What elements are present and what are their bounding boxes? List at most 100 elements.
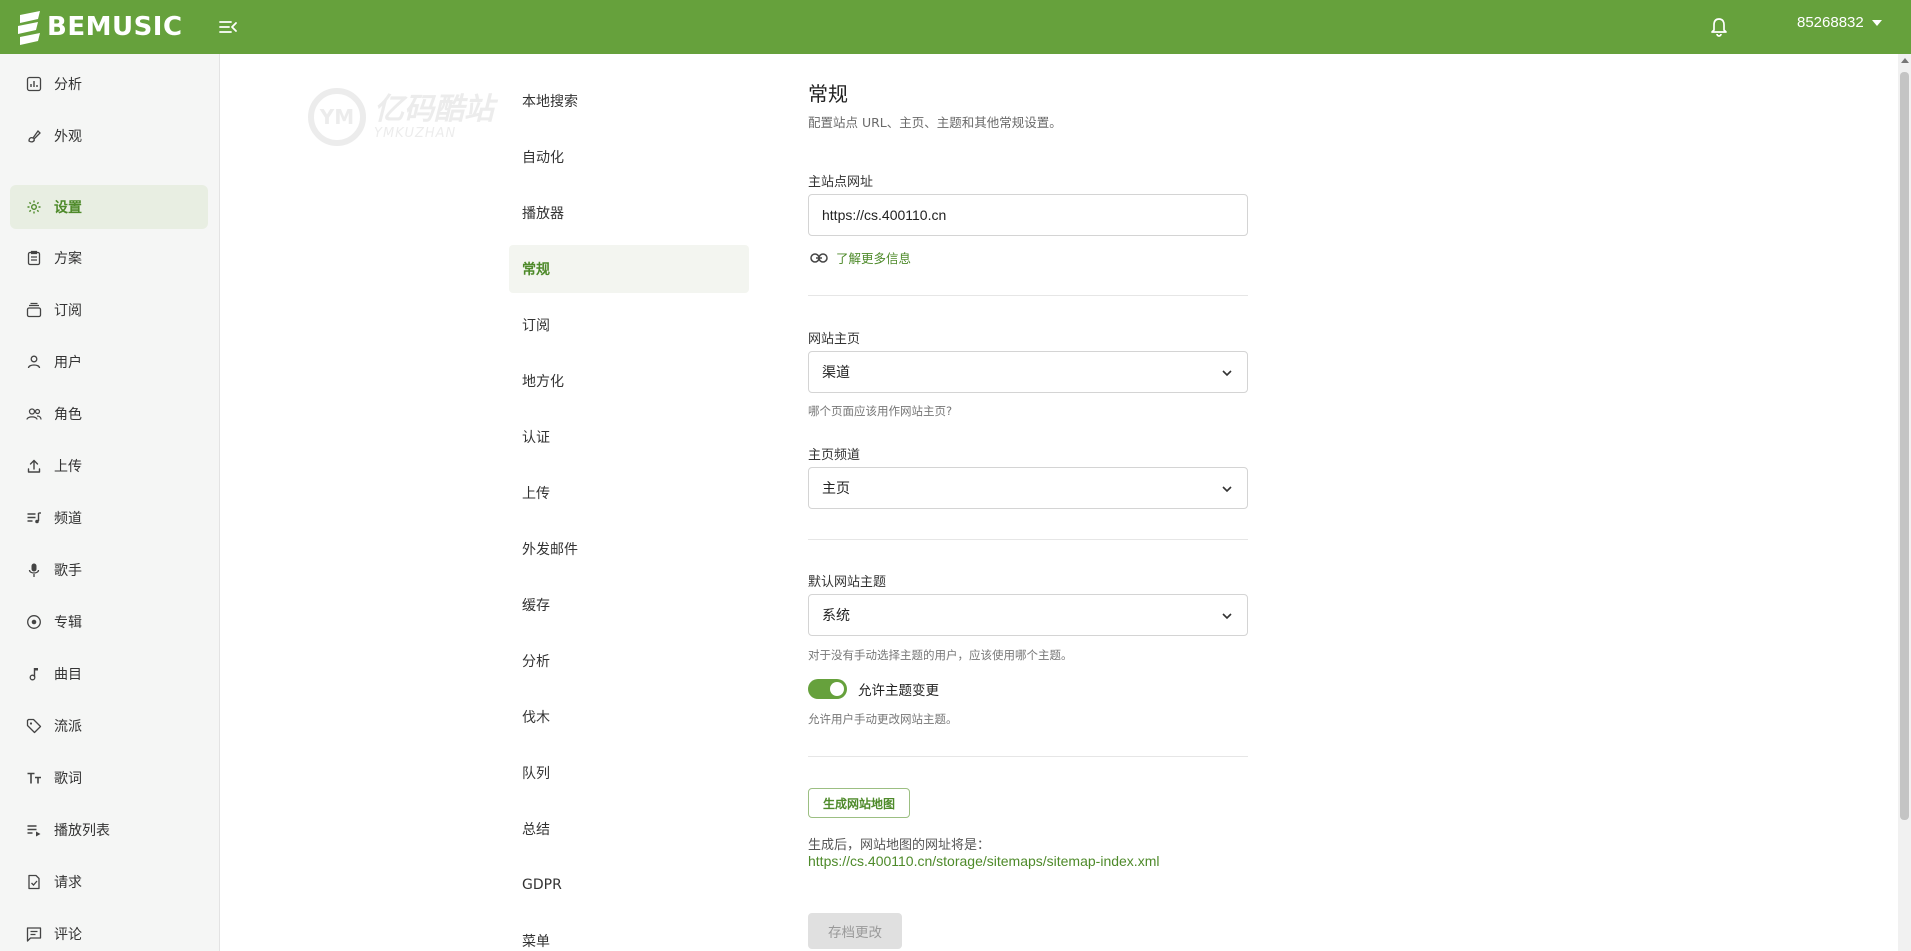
watermark-subtext: YMKUZHAN: [374, 125, 457, 141]
sidebar-item-comments[interactable]: 评论: [10, 912, 208, 951]
settings-nav-item[interactable]: 伐木: [509, 693, 749, 741]
sitemap-info-text: 生成后，网站地图的网址将是：: [808, 838, 991, 853]
settings-nav-item[interactable]: 地方化: [509, 357, 749, 405]
homepage-hint: 哪个页面应该用作网站主页?: [808, 404, 953, 418]
generate-sitemap-button[interactable]: 生成网站地图: [808, 788, 911, 818]
chevron-down-icon: [1222, 486, 1232, 493]
theme-label: 默认网站主题: [808, 575, 887, 590]
sidebar-item-subscriptions[interactable]: 订阅: [10, 288, 208, 332]
save-button[interactable]: 存档更改: [808, 913, 902, 949]
sidebar-item-label: 外观: [54, 129, 82, 145]
user-icon: [27, 355, 41, 369]
homepage-label: 网站主页: [808, 332, 861, 347]
settings-nav-item[interactable]: 上传: [509, 469, 749, 517]
text-size-icon: [27, 772, 41, 784]
theme-toggle-hint: 允许用户手动更改网站主题。: [808, 712, 958, 726]
sidebar-item-plans[interactable]: 方案: [10, 236, 208, 280]
sidebar-item-label: 分析: [54, 77, 82, 93]
site-url-input[interactable]: https://cs.400110.cn: [808, 194, 1248, 236]
settings-nav-item[interactable]: 订阅: [509, 301, 749, 349]
brush-icon: [28, 129, 41, 143]
microphone-icon: [28, 563, 40, 577]
sidebar-item-genres[interactable]: 流派: [10, 704, 208, 748]
request-icon: [28, 874, 40, 890]
sidebar-item-channels[interactable]: 频道: [10, 496, 208, 540]
page-subtitle: 配置站点 URL、主页、主题和其他常规设置。: [808, 115, 1062, 130]
sidebar-item-label: 请求: [54, 875, 82, 891]
sidebar-item-settings[interactable]: 设置: [10, 185, 208, 229]
watermark: YM 亿码酷站 YMKUZHAN: [308, 88, 494, 146]
watermark-logo-icon: YM: [308, 88, 366, 146]
settings-nav-item[interactable]: 播放器: [509, 189, 749, 237]
settings-nav-item[interactable]: GDPR: [509, 861, 749, 909]
bell-icon[interactable]: [1709, 16, 1729, 38]
sidebar-item-playlists[interactable]: 播放列表: [10, 808, 208, 852]
scroll-thumb[interactable]: [1900, 72, 1909, 820]
site-url-label: 主站点网址: [808, 175, 874, 190]
home-channel-select[interactable]: 主页: [808, 467, 1248, 509]
channel-list-icon: [27, 512, 41, 524]
clipboard-icon: [27, 250, 41, 266]
settings-nav-item[interactable]: 队列: [509, 749, 749, 797]
brand-name: BEMUSIC: [47, 12, 183, 42]
sidebar-item-users[interactable]: 用户: [10, 340, 208, 384]
sidebar-item-label: 方案: [54, 251, 82, 267]
theme-toggle-row: 允许主题变更: [808, 679, 939, 699]
home-channel-select-value: 主页: [822, 480, 850, 496]
theme-hint: 对于没有手动选择主题的用户，应该使用哪个主题。: [808, 648, 1073, 662]
sidebar-item-tracks[interactable]: 曲目: [10, 652, 208, 696]
sidebar-item-label: 角色: [54, 407, 82, 423]
settings-nav-item[interactable]: 自动化: [509, 133, 749, 181]
theme-select-value: 系统: [822, 607, 850, 623]
homepage-select[interactable]: 渠道: [808, 351, 1248, 393]
subscription-icon: [26, 302, 42, 318]
username: 85268832: [1797, 14, 1864, 31]
sidebar-item-requests[interactable]: 请求: [10, 860, 208, 904]
sidebar-item-uploads[interactable]: 上传: [10, 444, 208, 488]
sidebar-item-label: 设置: [54, 200, 82, 216]
sidebar-item-label: 频道: [54, 511, 82, 527]
scroll-up-arrow-icon[interactable]: [1901, 58, 1909, 63]
caret-down-icon: [1871, 19, 1882, 26]
sitemap-url-link[interactable]: https://cs.400110.cn/storage/sitemaps/si…: [808, 853, 1159, 869]
sidebar-item-label: 专辑: [54, 615, 82, 631]
settings-nav-item-active[interactable]: 常规: [509, 245, 749, 293]
sidebar-item-lyrics[interactable]: 歌词: [10, 756, 208, 800]
page-scrollbar[interactable]: [1898, 54, 1911, 951]
top-bar: BEMUSIC 85268832: [0, 0, 1911, 54]
chevron-down-icon: [1222, 613, 1232, 620]
link-icon: [810, 252, 828, 263]
sidebar-item-analytics[interactable]: 分析: [10, 62, 208, 106]
user-menu[interactable]: 85268832: [1797, 14, 1882, 31]
page-title: 常规: [808, 82, 848, 106]
settings-nav-item[interactable]: 认证: [509, 413, 749, 461]
settings-nav-item[interactable]: 菜单: [509, 917, 749, 951]
music-note-icon: [29, 668, 38, 681]
sidebar-item-label: 歌手: [54, 563, 82, 579]
theme-select[interactable]: 系统: [808, 594, 1248, 636]
settings-nav-item[interactable]: 分析: [509, 637, 749, 685]
sidebar-item-label: 曲目: [54, 667, 82, 683]
divider: [808, 756, 1248, 757]
menu-collapse-icon[interactable]: [218, 17, 238, 37]
upload-icon: [27, 459, 41, 473]
divider: [808, 539, 1248, 540]
settings-nav-item[interactable]: 缓存: [509, 581, 749, 629]
settings-nav-item[interactable]: 总结: [509, 805, 749, 853]
sidebar-item-appearance[interactable]: 外观: [10, 114, 208, 158]
users-icon: [26, 408, 42, 420]
admin-sidebar: 分析 外观 设置 方案 订阅 用户 角色 上传 频道 歌手 专辑 曲目 流派 歌…: [0, 54, 220, 951]
allow-theme-change-toggle[interactable]: [808, 679, 847, 699]
sidebar-item-label: 订阅: [54, 303, 82, 319]
comment-icon: [26, 927, 42, 942]
sidebar-item-artists[interactable]: 歌手: [10, 548, 208, 592]
playlist-icon: [27, 825, 41, 837]
brand-logo[interactable]: BEMUSIC: [16, 8, 183, 46]
sidebar-item-label: 播放列表: [54, 823, 110, 839]
learn-more-link[interactable]: 了解更多信息: [810, 248, 911, 267]
sidebar-item-roles[interactable]: 角色: [10, 392, 208, 436]
settings-nav-item[interactable]: 外发邮件: [509, 525, 749, 573]
learn-more-label: 了解更多信息: [836, 251, 912, 266]
settings-nav-item[interactable]: 本地搜索: [509, 77, 749, 125]
sidebar-item-albums[interactable]: 专辑: [10, 600, 208, 644]
